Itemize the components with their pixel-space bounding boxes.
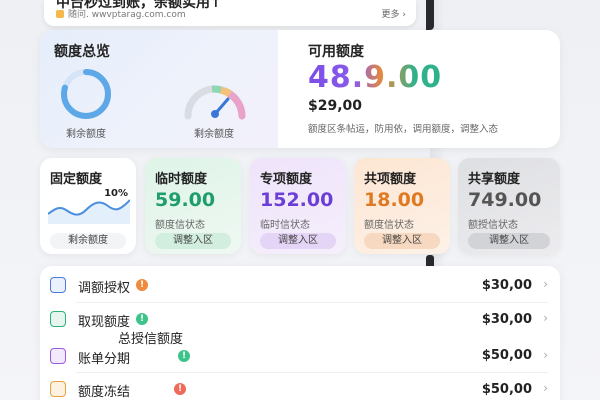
tile-status: 额度信状态 — [155, 220, 205, 231]
tile-value: 749.00 — [468, 189, 542, 211]
available-amount: 48.9.00 — [308, 60, 443, 95]
chevron-right-icon: › — [543, 381, 548, 395]
alert-badge-icon: ! — [136, 313, 148, 325]
notification-source-text: 随问. wwvptarag.com.com — [68, 10, 186, 20]
list-item[interactable]: 账单分期 ! $50,00 › — [40, 338, 560, 372]
app-icon — [56, 9, 64, 18]
alert-badge-icon: ! — [174, 383, 186, 395]
tile-percent: 10% — [104, 188, 128, 199]
tile-status: 额授信状态 — [468, 220, 518, 231]
list-item-value: $30,00 — [481, 278, 532, 293]
tile-title: 临时额度 — [155, 172, 208, 187]
tile-value: 18.00 — [364, 189, 425, 211]
tile-button[interactable]: 剩余额度 — [50, 233, 126, 249]
list-item-value: $30,00 — [481, 312, 532, 327]
tile-title: 共项额度 — [364, 172, 417, 187]
remaining-ring-icon — [61, 69, 111, 119]
list-item-label: 调额授权 — [78, 281, 131, 296]
list-item[interactable]: 额度冻结 ! $50,00 › — [40, 372, 560, 400]
tile-shared-quota[interactable]: 共享额度 749.00 额授信状态 调整入区 — [458, 158, 560, 254]
alert-badge-icon: ! — [136, 279, 148, 291]
tile-temp-quota[interactable]: 临时额度 59.00 额度信状态 调整入区 — [145, 158, 241, 254]
chevron-right-icon: › — [543, 348, 548, 362]
tile-value: 59.00 — [155, 189, 216, 211]
adjust-button[interactable]: 调整入区 — [155, 233, 231, 249]
tile-status: 额度信状态 — [364, 220, 414, 231]
overview-description: 额度区条帖运，防用依，调用额度，调整入态 — [308, 124, 499, 135]
list-item-label: 账单分期 — [78, 352, 131, 367]
notification-card[interactable]: 中台秒过到账，余额实用↑ 随问. wwvptarag.com.com 更多 › — [44, 0, 416, 26]
chevron-right-icon: › — [543, 311, 548, 325]
tile-status: 临时信状态 — [260, 220, 310, 231]
list-item[interactable]: 调额授权 ! $30,00 › — [40, 268, 560, 302]
tile-title: 固定额度 — [50, 172, 103, 187]
document-icon — [50, 348, 66, 364]
quota-action-list: 调额授权 ! $30,00 › 取现额度 ! $30,00 › 总授信额度 账单… — [40, 266, 560, 400]
list-item-label: 额度冻结 — [78, 385, 131, 400]
chevron-right-icon: › — [543, 277, 548, 291]
lock-document-icon — [50, 381, 66, 397]
adjust-button[interactable]: 调整入区 — [468, 233, 550, 249]
alert-badge-icon: ! — [178, 350, 190, 362]
overview-left-panel: 额度总览 剩余额度 剩余额度 — [40, 30, 278, 148]
sub-amount: $29,00 — [308, 98, 363, 114]
quota-overview-card: 额度总览 剩余额度 剩余额度 可用额度 48.9.00 $29,00 额度区条帖… — [40, 30, 560, 148]
available-title: 可用额度 — [308, 44, 364, 60]
gauge-label: 剩余额度 — [194, 129, 234, 140]
tile-title: 共享额度 — [468, 172, 521, 187]
notification-source: 随问. wwvptarag.com.com — [56, 7, 186, 20]
gauge-icon — [184, 85, 246, 120]
more-link[interactable]: 更多 › — [382, 7, 406, 20]
ring-label: 剩余额度 — [66, 129, 106, 140]
tile-fixed-quota[interactable]: 固定额度 10% 剩余额度 — [40, 158, 136, 254]
overview-title: 额度总览 — [54, 44, 110, 60]
clipboard-icon — [50, 277, 66, 293]
phone-frame-top — [426, 0, 434, 30]
list-item-value: $50,00 — [481, 348, 532, 363]
adjust-button[interactable]: 调整入区 — [364, 233, 440, 249]
list-item-value: $50,00 — [481, 382, 532, 397]
tile-title: 专项额度 — [260, 172, 313, 187]
adjust-button[interactable]: 调整入区 — [260, 233, 336, 249]
tile-common-quota[interactable]: 共项额度 18.00 额度信状态 调整入区 — [354, 158, 450, 254]
wallet-icon — [50, 311, 66, 327]
tile-special-quota[interactable]: 专项额度 152.00 临时信状态 调整入区 — [250, 158, 346, 254]
tile-value: 152.00 — [260, 189, 334, 211]
